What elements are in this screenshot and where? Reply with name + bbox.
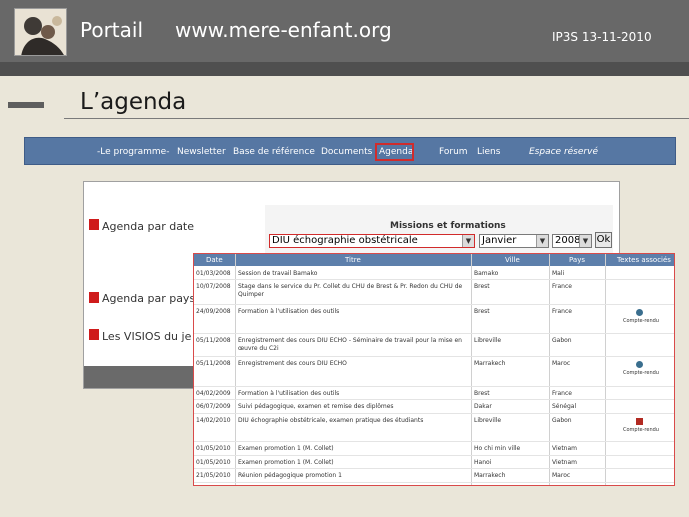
row-date: 21/05/2010 (196, 472, 231, 479)
nav-forum[interactable]: Forum (439, 147, 468, 157)
row-country: France (552, 308, 572, 315)
row-date: 04/02/2009 (196, 390, 231, 397)
header-textes-associes: Textes associés (617, 256, 671, 264)
month-select-value: Janvier (482, 235, 517, 246)
row-date: 01/05/2010 (196, 459, 231, 466)
row-city: Ho chi min ville (474, 445, 521, 452)
title-accent-bar (8, 102, 44, 108)
site-url: www.mere-enfant.org (175, 18, 392, 42)
header-titre: Titre (345, 256, 361, 264)
bullet-square-icon (89, 292, 99, 303)
row-country: Maroc (552, 472, 571, 479)
row-country: France (552, 283, 572, 290)
row-date: 01/05/2010 (196, 445, 231, 452)
row-date: 01/03/2008 (196, 270, 231, 277)
header-ville: Ville (505, 256, 520, 264)
menu-agenda-par-pays[interactable]: Agenda par pays (102, 292, 195, 305)
row-city: Brest (474, 308, 490, 315)
row-title: Formation à l'utilisation des outils (238, 390, 340, 397)
nav-liens[interactable]: Liens (477, 147, 500, 157)
ok-button[interactable]: Ok (595, 232, 612, 248)
portal-title: Portail (80, 18, 144, 42)
row-city: Libreville (474, 417, 502, 424)
year-select[interactable]: 2008 ▼ (552, 234, 592, 248)
row-title: Examen promotion 1 (M. Collet) (238, 459, 334, 466)
row-country: Vietnam (552, 459, 578, 466)
row-country: Vietnam (552, 445, 578, 452)
globe-icon[interactable] (636, 309, 643, 316)
pdf-document-icon[interactable] (636, 418, 643, 425)
row-title: DIU échographie obstétricale, examen pra… (238, 417, 424, 424)
row-country: Mali (552, 270, 565, 277)
row-country: France (552, 390, 572, 397)
nav-documents[interactable]: Documents (321, 147, 372, 157)
row-country: Maroc (552, 360, 571, 367)
row-city: Brest (474, 283, 490, 290)
formation-select-value: DIU échographie obstétricale (272, 235, 418, 246)
row-title: Examen promotion 1 (M. Collet) (238, 445, 334, 452)
header-date: Date (206, 256, 223, 264)
row-country: Gabon (552, 337, 572, 344)
chevron-down-icon[interactable]: ▼ (536, 235, 548, 247)
row-city: Hanoi (474, 459, 492, 466)
row-date: 24/09/2008 (196, 308, 231, 315)
header-pays: Pays (569, 256, 585, 264)
missions-heading: Missions et formations (390, 221, 506, 231)
chevron-down-icon[interactable]: ▼ (579, 235, 591, 247)
row-city: Marrakech (474, 472, 506, 479)
row-title: Réunion pédagogique promotion 1 (238, 472, 342, 479)
nav-newsletter[interactable]: Newsletter (177, 147, 226, 157)
compte-rendu-link[interactable]: Compte-rendu (623, 370, 659, 376)
row-country: Sénégal (552, 403, 577, 410)
menu-les-visios[interactable]: Les VISIOS du jeu (102, 330, 192, 343)
row-title: Session de travail Bamako (238, 270, 318, 277)
bullet-square-icon (89, 329, 99, 340)
compte-rendu-link[interactable]: Compte-rendu (623, 318, 659, 324)
row-date: 05/11/2008 (196, 337, 231, 344)
slide-date: IP3S 13-11-2010 (552, 30, 652, 44)
row-title: Formation à l'utilisation des outils (238, 308, 340, 315)
year-select-value: 2008 (555, 235, 581, 246)
row-title: Enregistrement des cours DIU ECHO - Sémi… (238, 337, 462, 352)
row-city: Marrakech (474, 360, 506, 367)
row-city: Bamako (474, 270, 499, 277)
row-city: Brest (474, 390, 490, 397)
table-header-row (194, 254, 674, 266)
bullet-square-icon (89, 219, 99, 230)
row-date: 14/02/2010 (196, 417, 231, 424)
nav-espace-reserve[interactable]: Espace réservé (529, 147, 598, 157)
month-select[interactable]: Janvier ▼ (479, 234, 549, 248)
row-date: 06/07/2009 (196, 403, 231, 410)
active-nav-highlight (375, 143, 414, 161)
row-country: Gabon (552, 417, 572, 424)
row-date: 05/11/2008 (196, 360, 231, 367)
row-title: Stage dans le service du Pr. Collet du C… (238, 283, 463, 298)
row-title: Suivi pédagogique, examen et remise des … (238, 403, 394, 410)
globe-icon[interactable] (636, 361, 643, 368)
title-underline (64, 118, 689, 119)
row-city: Dakar (474, 403, 492, 410)
menu-agenda-par-date[interactable]: Agenda par date (102, 220, 194, 233)
mother-child-logo-icon (15, 9, 66, 55)
row-date: 10/07/2008 (196, 283, 231, 290)
compte-rendu-link[interactable]: Compte-rendu (623, 427, 659, 433)
formation-select[interactable]: DIU échographie obstétricale ▼ (269, 234, 475, 248)
portal-logo (14, 8, 67, 56)
page-footer-bar (84, 366, 194, 388)
nav-le-programme[interactable]: -Le programme- (97, 147, 169, 157)
nav-base-de-reference[interactable]: Base de référence (233, 147, 315, 157)
slide-title: L’agenda (80, 89, 187, 115)
row-city: Libreville (474, 337, 502, 344)
chevron-down-icon[interactable]: ▼ (462, 235, 474, 247)
row-title: Enregistrement des cours DIU ECHO (238, 360, 347, 367)
header-divider (0, 62, 689, 76)
